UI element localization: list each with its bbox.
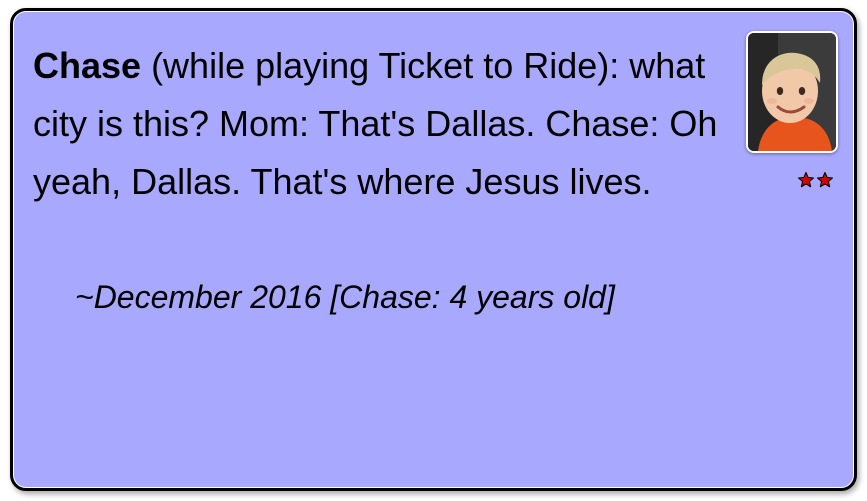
star-rating xyxy=(797,171,834,189)
quote-speaker: Chase xyxy=(33,45,142,86)
star-icon xyxy=(816,171,834,188)
child-photo xyxy=(746,31,838,153)
quote-attribution: ~December 2016 [Chase: 4 years old] xyxy=(75,279,615,315)
child-photo-icon xyxy=(748,33,836,151)
quote-text: Chase (while playing Ticket to Ride): wh… xyxy=(33,37,723,211)
star-icon xyxy=(797,171,815,188)
quote-card: Chase (while playing Ticket to Ride): wh… xyxy=(10,8,857,491)
